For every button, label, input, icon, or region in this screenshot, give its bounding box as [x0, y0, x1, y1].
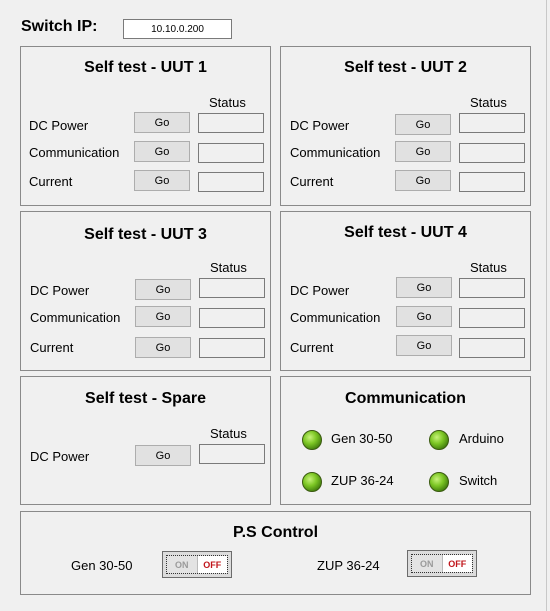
panel-communication: Communication Gen 30-50 Arduino ZUP 36-2… — [280, 376, 531, 505]
status-field-current — [199, 338, 265, 358]
status-header: Status — [210, 426, 247, 441]
status-field-current — [198, 172, 264, 192]
panel-title: Communication — [345, 390, 466, 407]
status-header: Status — [470, 95, 507, 110]
indicator-label-arduino: Arduino — [459, 431, 504, 446]
go-button-dc-power[interactable]: Go — [135, 445, 191, 466]
status-led-arduino — [429, 430, 449, 450]
row-label-communication: Communication — [30, 310, 121, 325]
status-field-communication — [459, 308, 525, 328]
go-button-dc-power[interactable]: Go — [395, 114, 451, 135]
panel-self-test-uut3: Self test - UUT 3 Status DC Power Go Com… — [20, 211, 271, 371]
ps-label-gen-30-50: Gen 30-50 — [71, 558, 133, 573]
go-button-dc-power[interactable]: Go — [396, 277, 452, 298]
status-field-communication — [459, 143, 525, 163]
status-header: Status — [210, 260, 247, 275]
go-button-communication[interactable]: Go — [396, 306, 452, 327]
status-led-zup-36-24 — [302, 472, 322, 492]
indicator-label-zup-36-24: ZUP 36-24 — [331, 473, 394, 488]
toggle-gen-30-50[interactable]: ON OFF — [162, 551, 232, 578]
panel-title: Self test - UUT 1 — [84, 59, 207, 76]
row-label-dc-power: DC Power — [30, 449, 90, 464]
row-label-dc-power: DC Power — [29, 118, 89, 133]
go-button-communication[interactable]: Go — [135, 306, 191, 327]
status-header: Status — [209, 95, 246, 110]
ps-label-zup-36-24: ZUP 36-24 — [317, 558, 380, 573]
status-field-dc-power — [459, 113, 525, 133]
row-label-current: Current — [290, 340, 334, 355]
row-label-communication: Communication — [29, 145, 120, 160]
row-label-dc-power: DC Power — [290, 283, 350, 298]
toggle-on-label: ON — [412, 555, 442, 572]
panel-title: Self test - UUT 2 — [344, 59, 467, 76]
panel-self-test-uut1: Self test - UUT 1 Status DC Power Go Com… — [20, 46, 271, 206]
row-label-dc-power: DC Power — [30, 283, 90, 298]
status-led-gen-30-50 — [302, 430, 322, 450]
row-label-current: Current — [290, 174, 334, 189]
go-button-current[interactable]: Go — [134, 170, 190, 191]
toggle-off-label: OFF — [441, 555, 472, 572]
row-label-current: Current — [30, 340, 74, 355]
row-label-dc-power: DC Power — [290, 118, 350, 133]
row-label-communication: Communication — [290, 310, 381, 325]
row-label-current: Current — [29, 174, 73, 189]
status-field-current — [459, 172, 525, 192]
panel-title: Self test - UUT 3 — [84, 226, 207, 243]
go-button-current[interactable]: Go — [135, 337, 191, 358]
switch-ip-label: Switch IP: — [21, 18, 98, 35]
status-field-dc-power — [198, 113, 264, 133]
indicator-label-switch: Switch — [459, 473, 498, 488]
panel-title: Self test - Spare — [85, 390, 206, 407]
status-led-switch — [429, 472, 449, 492]
toggle-off-label: OFF — [196, 556, 227, 573]
indicator-label-gen-30-50: Gen 30-50 — [331, 431, 393, 446]
go-button-current[interactable]: Go — [395, 170, 451, 191]
status-field-communication — [199, 308, 265, 328]
go-button-current[interactable]: Go — [396, 335, 452, 356]
status-field-dc-power — [199, 444, 265, 464]
switch-ip-field[interactable]: 10.10.0.200 — [123, 19, 232, 39]
go-button-communication[interactable]: Go — [395, 141, 451, 162]
panel-self-test-uut4: Self test - UUT 4 Status DC Power Go Com… — [280, 211, 531, 371]
toggle-zup-36-24[interactable]: ON OFF — [407, 550, 477, 577]
panel-self-test-uut2: Self test - UUT 2 Status DC Power Go Com… — [280, 46, 531, 206]
status-field-dc-power — [199, 278, 265, 298]
go-button-communication[interactable]: Go — [134, 141, 190, 162]
status-field-communication — [198, 143, 264, 163]
go-button-dc-power[interactable]: Go — [134, 112, 190, 133]
panel-title: P.S Control — [232, 524, 319, 541]
panel-self-test-spare: Self test - Spare Status DC Power Go — [20, 376, 271, 505]
toggle-on-label: ON — [167, 556, 197, 573]
status-field-dc-power — [459, 278, 525, 298]
go-button-dc-power[interactable]: Go — [135, 279, 191, 300]
row-label-communication: Communication — [290, 145, 381, 160]
panel-ps-control: P.S Control Gen 30-50 ON OFF ZUP 36-24 O… — [20, 511, 531, 595]
status-header: Status — [470, 260, 507, 275]
panel-title: Self test - UUT 4 — [344, 224, 467, 241]
window-edge — [546, 0, 547, 611]
status-field-current — [459, 338, 525, 358]
